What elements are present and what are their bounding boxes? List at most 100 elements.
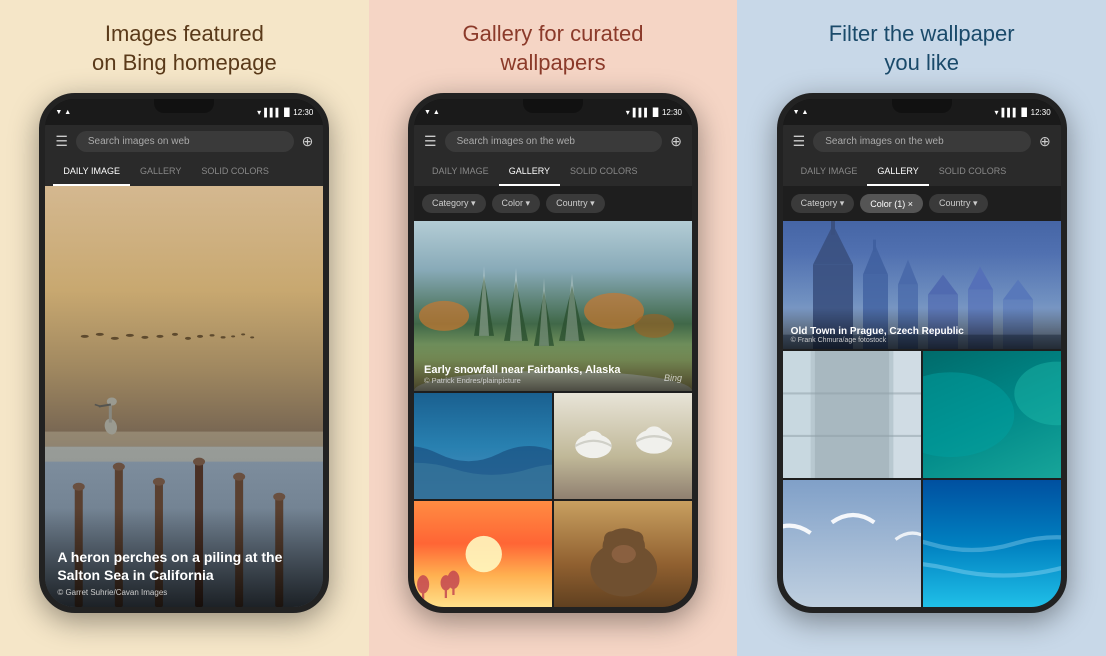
signal-icon: ▌▌▌ — [264, 108, 281, 117]
notch-1 — [154, 99, 214, 113]
prague-credit: © Frank Chmura/age fotostock — [791, 337, 1053, 344]
battery-icon-2: ▉ — [653, 108, 659, 117]
gallery-main-prague[interactable]: Old Town in Prague, Czech Republic © Fra… — [783, 221, 1061, 348]
tab-daily-2[interactable]: DAILY IMAGE — [422, 158, 499, 186]
salt-svg — [783, 351, 921, 478]
tab-daily-3[interactable]: DAILY IMAGE — [791, 158, 868, 186]
tab-gallery-1[interactable]: GALLERY — [130, 158, 191, 186]
search-placeholder-3: Search images on the web — [825, 136, 943, 147]
tabs-1: DAILY IMAGE GALLERY SOLID COLORS — [45, 158, 323, 186]
gallery-cell-teal[interactable] — [923, 351, 1061, 478]
carrier-2: ▼ ▲ — [424, 109, 440, 116]
blue-water-svg — [923, 480, 1061, 607]
screen-1: ☰ Search images on web ⊕ DAILY IMAGE GAL… — [45, 125, 323, 607]
hamburger-icon-1[interactable]: ☰ — [55, 133, 68, 150]
phone-1: ▼ ▲ ▾ ▌▌▌ ▉ 12:30 ☰ Search images on web… — [39, 93, 329, 613]
panel-gallery: Gallery for curated wallpapers ▼ ▲ ▾ ▌▌▌… — [369, 0, 738, 656]
search-bar-1[interactable]: ☰ Search images on web ⊕ — [45, 125, 323, 158]
tabs-2: DAILY IMAGE GALLERY SOLID COLORS — [414, 158, 692, 186]
gallery-main-image[interactable]: Early snowfall near Fairbanks, Alaska © … — [414, 221, 692, 391]
battery-icon-3: ▉ — [1021, 108, 1027, 117]
gallery-cell-birds[interactable] — [554, 393, 692, 499]
gallery-cell-seagulls[interactable] — [783, 480, 921, 607]
daily-image-title: A heron perches on a piling at the Salto… — [57, 548, 311, 584]
teal-svg — [923, 351, 1061, 478]
birds-svg — [554, 393, 692, 499]
search-icon-1[interactable]: ⊕ — [302, 133, 314, 150]
daily-image-caption: A heron perches on a piling at the Salto… — [45, 508, 323, 607]
status-bar-3: ▼ ▲ ▾ ▌▌▌ ▉ 12:30 — [783, 99, 1061, 125]
notch-3 — [892, 99, 952, 113]
time-1: 12:30 — [293, 108, 313, 117]
time-2: 12:30 — [662, 108, 682, 117]
filter-color-2[interactable]: Color ▾ — [492, 194, 541, 213]
tab-gallery-3[interactable]: GALLERY — [867, 158, 928, 186]
prague-caption: Old Town in Prague, Czech Republic © Fra… — [783, 308, 1061, 349]
bear-svg — [554, 501, 692, 607]
gallery-grid-3: Old Town in Prague, Czech Republic © Fra… — [783, 221, 1061, 607]
gallery-cell-sunset[interactable] — [414, 501, 552, 607]
search-field-3[interactable]: Search images on the web — [813, 131, 1031, 152]
daily-image-credit: © Garret Suhrie/Cavan Images — [57, 588, 311, 597]
gallery-cell-salt[interactable] — [783, 351, 921, 478]
tab-solid-3[interactable]: SOLID COLORS — [929, 158, 1017, 186]
tabs-3: DAILY IMAGE GALLERY SOLID COLORS — [783, 158, 1061, 186]
bing-watermark: Bing — [664, 373, 682, 383]
search-bar-3[interactable]: ☰ Search images on the web ⊕ — [783, 125, 1061, 158]
search-field-1[interactable]: Search images on web — [76, 131, 294, 152]
wifi-icon-2: ▾ — [626, 108, 630, 117]
sunset-svg — [414, 501, 552, 607]
gallery-cell-blue-water[interactable] — [923, 480, 1061, 607]
tab-daily-1[interactable]: DAILY IMAGE — [53, 158, 130, 186]
status-icons-1: ▾ ▌▌▌ ▉ 12:30 — [257, 108, 313, 117]
search-icon-3[interactable]: ⊕ — [1039, 133, 1051, 150]
tab-solid-1[interactable]: SOLID COLORS — [191, 158, 279, 186]
search-field-2[interactable]: Search images on the web — [445, 131, 663, 152]
panel-1-title: Images featured on Bing homepage — [92, 20, 277, 77]
daily-image-area: A heron perches on a piling at the Salto… — [45, 186, 323, 607]
filter-category-3[interactable]: Category ▾ — [791, 194, 855, 213]
phone-2: ▼ ▲ ▾ ▌▌▌ ▉ 12:30 ☰ Search images on the… — [408, 93, 698, 613]
wifi-icon: ▾ — [257, 108, 261, 117]
panel-daily-image: Images featured on Bing homepage ▼ ▲ ▾ ▌… — [0, 0, 369, 656]
search-placeholder-2: Search images on the web — [457, 136, 575, 147]
side-button-2 — [696, 219, 698, 259]
status-icons-3: ▾ ▌▌▌ ▉ 12:30 — [994, 108, 1050, 117]
signal-icon-2: ▌▌▌ — [633, 108, 650, 117]
screen-3: ☰ Search images on the web ⊕ DAILY IMAGE… — [783, 125, 1061, 607]
carrier-3: ▼ ▲ — [793, 109, 809, 116]
screen-2: ☰ Search images on the web ⊕ DAILY IMAGE… — [414, 125, 692, 607]
hamburger-icon-3[interactable]: ☰ — [793, 133, 806, 150]
notch-2 — [523, 99, 583, 113]
filter-chips-3: Category ▾ Color (1) × Country ▾ — [783, 186, 1061, 221]
filter-chips-2: Category ▾ Color ▾ Country ▾ — [414, 186, 692, 221]
filter-color-active-3[interactable]: Color (1) × — [860, 194, 923, 213]
panel-2-title: Gallery for curated wallpapers — [463, 20, 644, 77]
seagulls-svg — [783, 480, 921, 607]
gallery-cell-bear[interactable] — [554, 501, 692, 607]
phone-3: ▼ ▲ ▾ ▌▌▌ ▉ 12:30 ☰ Search images on the… — [777, 93, 1067, 613]
battery-icon: ▉ — [284, 108, 290, 117]
side-button-1 — [327, 219, 329, 259]
status-bar-1: ▼ ▲ ▾ ▌▌▌ ▉ 12:30 — [45, 99, 323, 125]
search-bar-2[interactable]: ☰ Search images on the web ⊕ — [414, 125, 692, 158]
search-icon-2[interactable]: ⊕ — [670, 133, 682, 150]
side-button-3 — [1065, 219, 1067, 259]
gallery-cell-ocean[interactable] — [414, 393, 552, 499]
search-placeholder-1: Search images on web — [88, 136, 190, 147]
filter-category-2[interactable]: Category ▾ — [422, 194, 486, 213]
panel-filter: Filter the wallpaper you like ▼ ▲ ▾ ▌▌▌ … — [737, 0, 1106, 656]
prague-title: Old Town in Prague, Czech Republic — [791, 326, 1053, 337]
hamburger-icon-2[interactable]: ☰ — [424, 133, 437, 150]
tab-gallery-2[interactable]: GALLERY — [499, 158, 560, 186]
signal-icon-3: ▌▌▌ — [1001, 108, 1018, 117]
carrier-1: ▼ ▲ — [55, 109, 71, 116]
status-icons-2: ▾ ▌▌▌ ▉ 12:30 — [626, 108, 682, 117]
ocean-svg — [414, 393, 552, 499]
gallery-main-title: Early snowfall near Fairbanks, Alaska — [424, 364, 682, 376]
tab-solid-2[interactable]: SOLID COLORS — [560, 158, 648, 186]
filter-country-3[interactable]: Country ▾ — [929, 194, 988, 213]
filter-country-2[interactable]: Country ▾ — [546, 194, 605, 213]
time-3: 12:30 — [1031, 108, 1051, 117]
gallery-main-caption: Early snowfall near Fairbanks, Alaska © … — [414, 344, 692, 391]
